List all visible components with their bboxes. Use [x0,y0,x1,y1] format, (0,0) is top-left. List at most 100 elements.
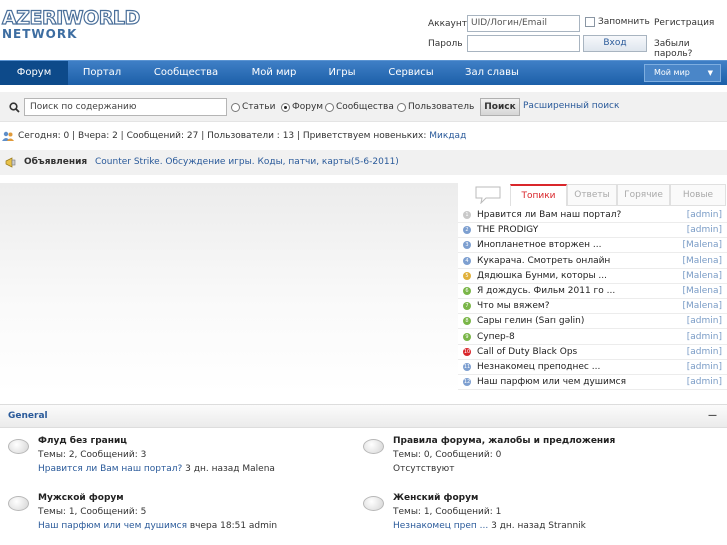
topic-row[interactable]: 2 THE PRODIGY [admin] [458,223,727,239]
topic-title[interactable]: Нравится ли Вам наш портал? [477,208,621,223]
topic-row[interactable]: 4 Кукарача. Смотреть онлайн [Malena] [458,254,727,269]
topic-author[interactable]: [Malena] [682,238,722,253]
register-link[interactable]: Регистрация [654,18,714,28]
radio-user[interactable]: Пользователь [397,102,474,112]
nav-portal[interactable]: Портал [68,61,136,85]
my-world-dropdown[interactable]: Мой мир ▼ [644,64,721,82]
forum-name[interactable]: Флуд без границ [38,436,127,446]
topic-title[interactable]: Дядюшка Бунми, которы ... [477,269,607,284]
nav-communities[interactable]: Сообщества [140,61,232,85]
topic-row[interactable]: 6 Я дождусь. Фильм 2011 го ... [Malena] [458,284,727,299]
radio-articles[interactable]: Статьи [231,102,275,112]
search-button[interactable]: Поиск [480,98,520,116]
nav-services[interactable]: Сервисы [374,61,448,85]
tab-hot[interactable]: Горячие [617,184,670,206]
topic-row[interactable]: 5 Дядюшка Бунми, которы ... [Malena] [458,269,727,284]
topic-author[interactable]: [Malena] [682,254,722,269]
forum-bubble-icon [363,496,384,511]
nav-forum[interactable]: Форум [0,61,68,85]
topic-title[interactable]: Незнакомец преподнес ... [477,360,600,375]
forum-last-post: Отсутствуют [393,464,454,474]
nav-my-world[interactable]: Мой мир [236,61,312,85]
topic-row[interactable]: 11 Незнакомец преподнес ... [admin] [458,360,727,375]
account-input[interactable]: UID/Логин/Email [467,15,580,32]
topic-row[interactable]: 10 Call of Duty Black Ops [admin] [458,345,727,360]
checkbox-box[interactable] [585,17,595,27]
topic-row[interactable]: 8 Сары гелин (Sarı gəlin) [admin] [458,314,727,330]
tab-replies[interactable]: Ответы [567,184,617,206]
last-post-link[interactable]: Наш парфюм или чем душимся [38,521,187,531]
forum-item: Флуд без границ Темы: 2, Сообщений: 3 Нрав… [8,436,348,486]
topic-author[interactable]: [Malena] [682,284,722,299]
stats-text: Сегодня: 0 | Вчера: 2 | Сообщений: 27 | … [18,131,427,141]
forum-name[interactable]: Мужской форум [38,493,124,503]
topic-row[interactable]: 7 Что мы вяжем? [Malena] [458,299,727,315]
topic-title[interactable]: Я дождусь. Фильм 2011 го ... [477,284,615,299]
topic-row[interactable]: 3 Инопланетное вторжен ... [Malena] [458,238,727,254]
topic-row[interactable]: 12 Наш парфюм или чем душимся [admin] [458,375,727,391]
forum-name[interactable]: Женский форум [393,493,478,503]
topic-author[interactable]: [admin] [687,223,722,238]
topic-author[interactable]: [admin] [687,345,722,360]
topic-author[interactable]: [admin] [687,208,722,223]
chevron-down-icon: ▼ [707,69,713,77]
topic-title[interactable]: Супер-8 [477,330,515,345]
topic-author[interactable]: [admin] [687,330,722,345]
topic-number-icon: 6 [463,287,471,295]
password-input[interactable] [467,35,580,52]
last-post-link[interactable]: Незнакомец преп ... [393,521,488,531]
topic-author[interactable]: [admin] [687,360,722,375]
topic-title[interactable]: Кукарача. Смотреть онлайн [477,254,610,269]
topic-number-icon: 9 [463,332,471,341]
last-post-link[interactable]: Нравится ли Вам наш портал? [38,464,182,474]
forum-stats-text: Темы: 0, Сообщений: 0 [393,450,502,460]
radio-circle[interactable] [281,102,290,112]
forum-bubble-icon [363,439,384,454]
topic-number-icon: 8 [463,317,471,326]
radio-communities[interactable]: Сообщества [325,102,394,112]
forum-name[interactable]: Правила форума, жалобы и предложения [393,436,615,446]
topic-title[interactable]: Наш парфюм или чем душимся [477,375,626,390]
forgot-password-link[interactable]: Забыли пароль? [654,39,727,59]
topic-row[interactable]: 9 Супер-8 [admin] [458,330,727,345]
forum-stats: Сегодня: 0 | Вчера: 2 | Сообщений: 27 | … [0,128,727,144]
users-icon [2,131,14,141]
radio-forum[interactable]: Форум [281,102,323,112]
forum-item: Мужской форум Темы: 1, Сообщений: 5 Наш па… [8,493,348,543]
radio-circle[interactable] [231,102,240,112]
topic-title[interactable]: THE PRODIGY [477,223,538,238]
nav-games[interactable]: Игры [312,61,372,85]
announcement-link[interactable]: Counter Strike. Обсуждение игры. Коды, п… [95,150,399,175]
tab-new[interactable]: Новые [670,184,726,206]
topic-author[interactable]: [admin] [687,375,722,390]
radio-circle[interactable] [325,102,334,112]
newest-user-link[interactable]: Микдад [429,131,466,141]
collapse-icon[interactable]: — [708,405,717,427]
category-title[interactable]: General [8,411,48,421]
topic-author[interactable]: [Malena] [682,299,722,314]
topic-title[interactable]: Что мы вяжем? [477,299,549,314]
topic-number-icon: 2 [463,226,471,235]
announcements-label: Объявления [24,157,88,167]
site-logo[interactable]: AZERIWORLD NETWORK [1,7,140,41]
topic-row[interactable]: 1 Нравится ли Вам наш портал? [admin] [458,208,727,223]
forum-stats-text: Темы: 2, Сообщений: 3 [38,450,147,460]
topic-author[interactable]: [Malena] [682,269,722,284]
forum-stats-text: Темы: 1, Сообщений: 5 [38,507,147,517]
radio-circle[interactable] [397,102,406,112]
topic-title[interactable]: Инопланетное вторжен ... [477,238,601,253]
search-input[interactable]: Поиск по содержанию [24,98,227,116]
advanced-search-link[interactable]: Расширенный поиск [523,101,619,111]
topic-number-icon: 11 [463,363,471,371]
forum-last-post: Наш парфюм или чем душимся вчера 18:51 a… [38,521,277,531]
topic-title[interactable]: Call of Duty Black Ops [477,345,577,360]
tab-topics[interactable]: Топики [510,184,567,206]
forum-item: Женский форум Темы: 1, Сообщений: 1 Незнак… [363,493,703,543]
login-button[interactable]: Вход [583,35,647,52]
nav-hall-of-fame[interactable]: Зал славы [452,61,532,85]
topic-title[interactable]: Сары гелин (Sarı gəlin) [477,314,584,329]
topic-number-icon: 4 [463,256,471,265]
topic-author[interactable]: [admin] [687,314,722,329]
last-post-info: 3 дн. назад Strannik [488,521,586,531]
remember-checkbox[interactable]: Запомнить [585,17,650,27]
